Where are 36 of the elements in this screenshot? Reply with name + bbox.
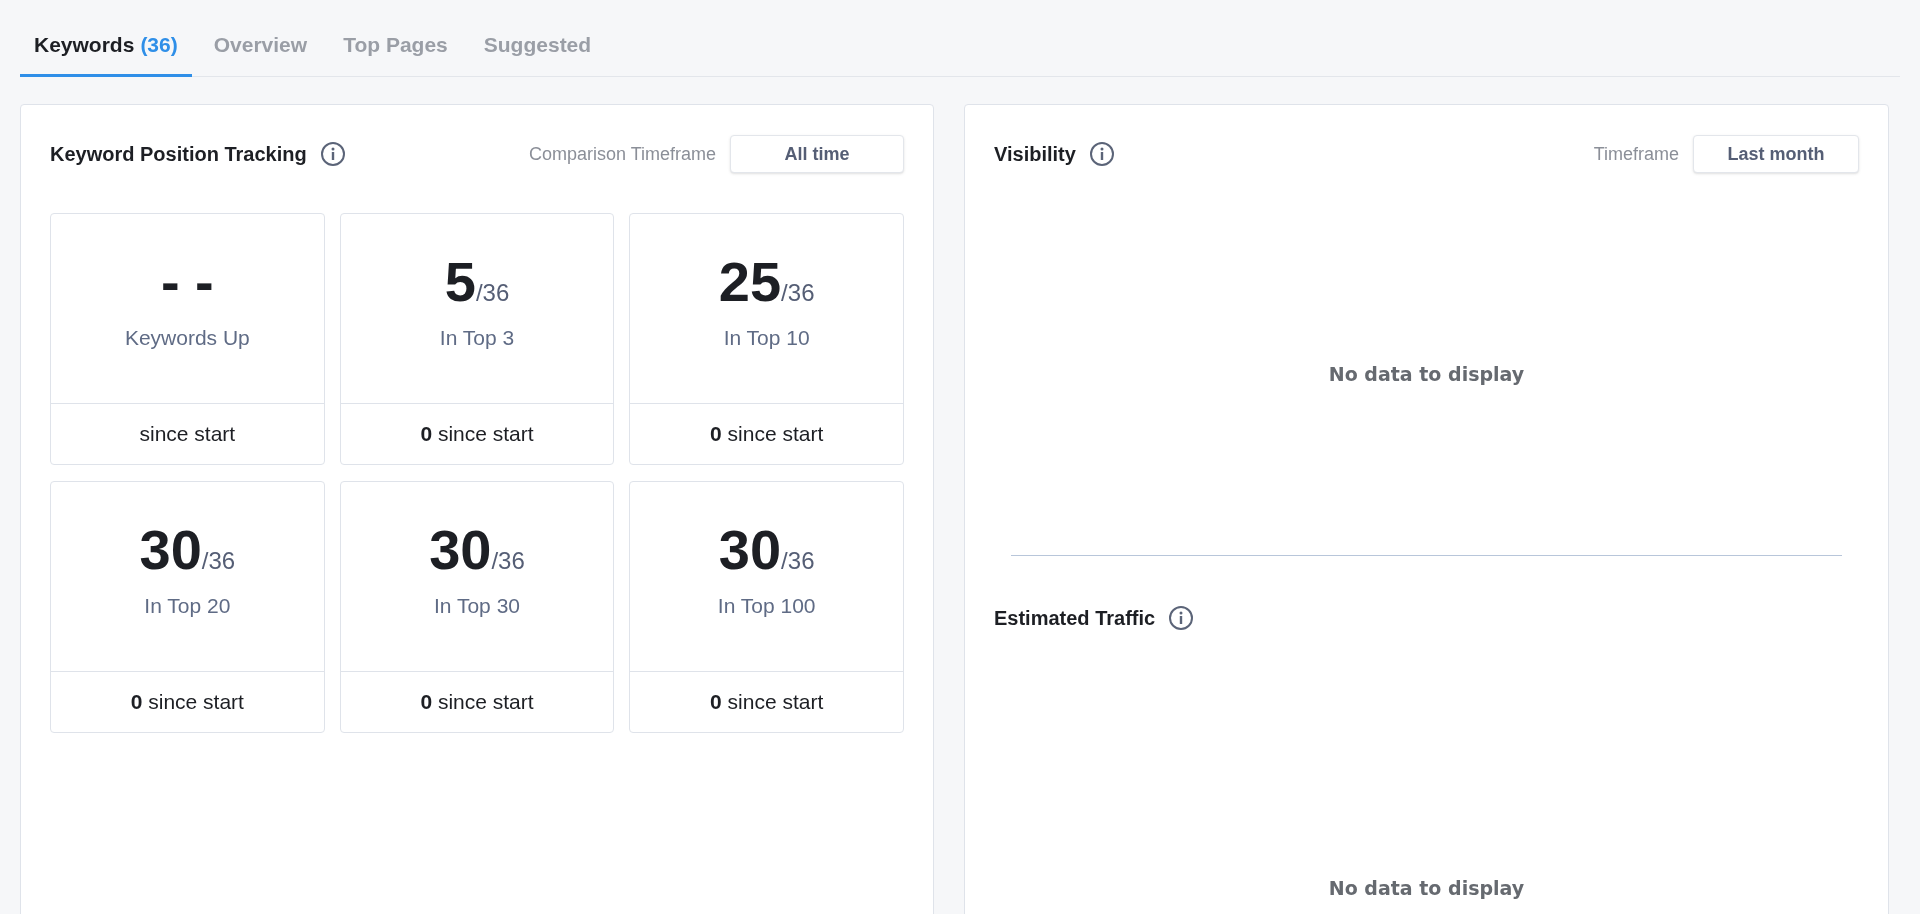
stat-value: 30 — [139, 522, 202, 578]
info-icon — [1088, 141, 1115, 167]
tab[interactable]: Keywords (36) — [20, 28, 192, 77]
stat-total: /36 — [201, 549, 236, 573]
stat-change: 0 since start — [130, 689, 244, 716]
stat-value: - - — [160, 254, 214, 310]
stat-label: In Top 20 — [144, 593, 231, 619]
info-icon — [319, 141, 346, 167]
stat-label: In Top 3 — [439, 325, 515, 351]
stat-label: In Top 30 — [433, 593, 520, 619]
stat-value: 5 — [444, 254, 476, 310]
stat-total: /36 — [781, 281, 815, 305]
stat-total: /36 — [781, 549, 815, 573]
stat-label: Keywords Up — [124, 325, 250, 351]
timeframe-label: Comparison Timeframe — [528, 142, 716, 166]
stat-value: 30 — [718, 522, 782, 578]
stat-total: /36 — [475, 281, 510, 305]
empty-message: No data to display — [1328, 361, 1525, 387]
info-icon — [1168, 605, 1195, 631]
empty-message: No data to display — [1328, 875, 1525, 901]
panel-title: Visibility — [994, 142, 1076, 167]
panel-title: Estimated Traffic — [994, 606, 1156, 631]
stat-change: since start — [139, 421, 236, 448]
stat-label: In Top 100 — [717, 593, 816, 619]
stat-change: 0 since start — [710, 421, 824, 448]
stat-value: 25 — [718, 254, 782, 310]
stat-value: 30 — [429, 522, 492, 578]
stat-change: 0 since start — [420, 689, 534, 716]
stat-total: /36 — [491, 549, 525, 573]
timeframe-dropdown[interactable]: Last month — [1693, 135, 1859, 173]
stat-label: In Top 10 — [723, 325, 810, 351]
panel-title: Keyword Position Tracking — [50, 142, 307, 167]
timeframe-label: Timeframe — [1593, 142, 1679, 166]
stat-change: 0 since start — [710, 689, 824, 716]
timeframe-dropdown[interactable]: All time — [730, 135, 904, 173]
stat-change: 0 since start — [420, 421, 534, 448]
